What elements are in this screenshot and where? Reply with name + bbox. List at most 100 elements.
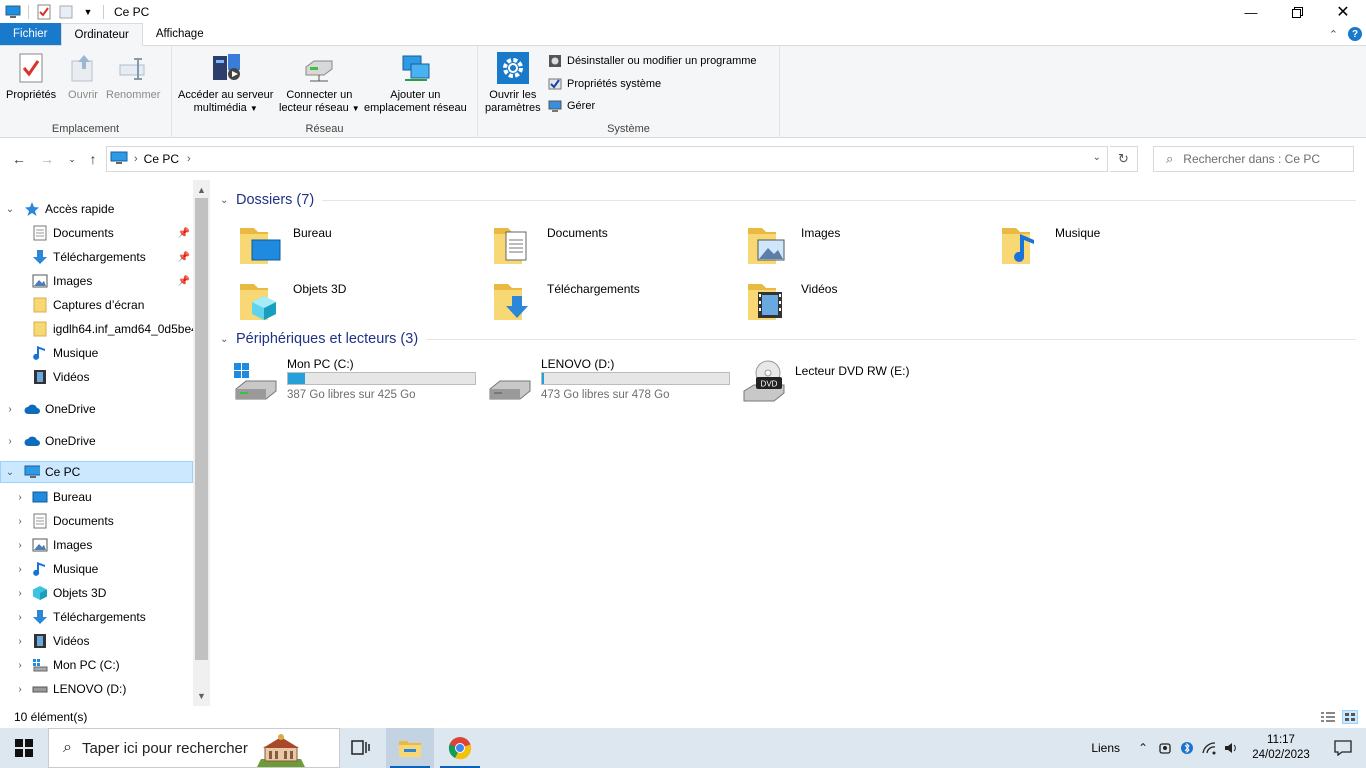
nav-quick-screenshots[interactable]: Captures d’écran [0, 294, 193, 316]
volume-icon[interactable] [1220, 741, 1242, 755]
collapse-ribbon-chevron-icon[interactable]: ⌃ [1329, 28, 1338, 41]
scroll-up-arrow-icon[interactable]: ▲ [193, 182, 210, 198]
tiles-view-icon[interactable] [1342, 710, 1358, 724]
chrome-taskbar-button[interactable] [436, 728, 484, 768]
search-box[interactable]: ⌕ Rechercher dans : Ce PC [1153, 146, 1354, 172]
nav-this-pc[interactable]: ⌄ Ce PC [0, 461, 193, 483]
up-button[interactable]: ↑ [84, 150, 102, 168]
maximize-button[interactable] [1274, 0, 1320, 24]
forward-button[interactable]: → [38, 150, 56, 168]
nav-quick-downloads[interactable]: Téléchargements 📌 [0, 246, 193, 268]
new-folder-icon[interactable] [58, 4, 74, 20]
bluetooth-icon[interactable] [1176, 741, 1198, 755]
expand-chevron-icon[interactable]: › [4, 436, 16, 447]
meet-now-icon[interactable] [1154, 741, 1176, 755]
drive-dvd-e[interactable]: DVD Lecteur DVD RW (E:) [740, 357, 990, 407]
taskbar-search[interactable]: ⌕ Taper ici pour rechercher [48, 728, 340, 768]
tab-computer[interactable]: Ordinateur [60, 23, 143, 46]
breadcrumb-separator-icon[interactable]: › [187, 153, 191, 165]
collapse-chevron-icon[interactable]: ⌄ [4, 467, 16, 478]
file-explorer-taskbar-button[interactable] [386, 728, 434, 768]
refresh-button[interactable]: ↻ [1110, 146, 1138, 172]
nav-onedrive-2[interactable]: › OneDrive [0, 430, 193, 452]
collapse-chevron-icon[interactable]: ⌄ [220, 334, 234, 345]
folder-telechargements[interactable]: Téléchargements [492, 276, 732, 326]
nav-quick-igdlh[interactable]: igdlh64.inf_amd64_0d5be4 [0, 318, 193, 340]
section-folders-header[interactable]: ⌄ Dossiers (7) [220, 190, 1356, 210]
drive-d[interactable]: LENOVO (D:) 473 Go libres sur 478 Go [486, 357, 736, 407]
scroll-thumb[interactable] [195, 198, 208, 660]
help-icon[interactable]: ? [1348, 27, 1362, 41]
manage-button[interactable]: Gérer [547, 97, 595, 115]
expand-chevron-icon[interactable]: › [14, 660, 26, 671]
expand-chevron-icon[interactable]: › [14, 612, 26, 623]
expand-chevron-icon[interactable]: › [14, 684, 26, 695]
search-input[interactable]: Rechercher dans : Ce PC [1183, 152, 1320, 166]
breadcrumb-this-pc[interactable]: Ce PC [144, 152, 179, 166]
drive-c[interactable]: Mon PC (C:) 387 Go libres sur 425 Go [232, 357, 482, 407]
open-button[interactable]: Ouvrir [66, 50, 100, 102]
clock[interactable]: 11:17 24/02/2023 [1242, 733, 1320, 763]
expand-chevron-icon[interactable]: › [14, 540, 26, 551]
pin-icon[interactable]: 📌 [178, 276, 190, 287]
nav-quick-documents[interactable]: Documents 📌 [0, 222, 193, 244]
nav-quick-videos[interactable]: Vidéos [0, 366, 193, 388]
collapse-chevron-icon[interactable]: ⌄ [220, 195, 234, 206]
details-view-icon[interactable] [1320, 710, 1336, 724]
close-button[interactable]: ✕ [1320, 0, 1366, 24]
nav-pc-videos[interactable]: › Vidéos [0, 630, 193, 652]
expand-chevron-icon[interactable]: › [14, 588, 26, 599]
scroll-down-arrow-icon[interactable]: ▼ [193, 688, 210, 704]
folder-documents[interactable]: Documents [492, 220, 732, 270]
nav-pc-drive-c[interactable]: › Mon PC (C:) [0, 654, 193, 676]
expand-chevron-icon[interactable]: › [14, 516, 26, 527]
address-history-chevron-icon[interactable]: ⌄ [1093, 152, 1101, 163]
collapse-chevron-icon[interactable]: ⌄ [4, 204, 16, 215]
properties-check-icon[interactable] [36, 4, 52, 20]
breadcrumb-separator-icon[interactable]: › [134, 153, 138, 165]
folder-bureau[interactable]: Bureau [238, 220, 478, 270]
nav-quick-music[interactable]: Musique [0, 342, 193, 364]
section-devices-header[interactable]: ⌄ Périphériques et lecteurs (3) [220, 329, 1356, 349]
open-settings-button[interactable]: Ouvrir les paramètres [485, 50, 541, 115]
expand-chevron-icon[interactable]: › [4, 404, 16, 415]
customize-toolbar-chevron-icon[interactable]: ▼ [80, 4, 96, 20]
map-network-drive-button[interactable]: Connecter un lecteur réseau ▼ [279, 50, 360, 115]
nav-onedrive-1[interactable]: › OneDrive [0, 398, 193, 420]
nav-scrollbar[interactable]: ▲ ▼ [193, 180, 210, 706]
nav-pc-drive-d[interactable]: › LENOVO (D:) [0, 678, 193, 700]
system-properties-button[interactable]: Propriétés système [547, 75, 661, 93]
nav-pc-downloads[interactable]: › Téléchargements [0, 606, 193, 628]
notification-center-button[interactable] [1320, 740, 1366, 756]
expand-chevron-icon[interactable]: › [14, 636, 26, 647]
nav-pc-documents[interactable]: › Documents [0, 510, 193, 532]
uninstall-program-button[interactable]: Désinstaller ou modifier un programme [547, 52, 757, 70]
start-button[interactable] [0, 728, 48, 768]
back-button[interactable]: ← [10, 150, 28, 168]
task-view-button[interactable] [336, 728, 384, 768]
show-hidden-icons-chevron-icon[interactable]: ⌃ [1132, 741, 1154, 755]
tab-file[interactable]: Fichier [0, 23, 61, 45]
rename-button[interactable]: Renommer [106, 50, 160, 102]
nav-pc-3d-objects[interactable]: › Objets 3D [0, 582, 193, 604]
folder-musique[interactable]: Musique [1000, 220, 1240, 270]
nav-pc-music[interactable]: › Musique [0, 558, 193, 580]
nav-pc-desktop[interactable]: › Bureau [0, 486, 193, 508]
taskbar-search-input[interactable]: Taper ici pour rechercher [82, 740, 248, 757]
expand-chevron-icon[interactable]: › [14, 492, 26, 503]
nav-quick-images[interactable]: Images 📌 [0, 270, 193, 292]
address-bar[interactable]: › Ce PC › ⌄ [106, 146, 1108, 172]
folder-images[interactable]: Images [746, 220, 986, 270]
minimize-button[interactable]: — [1228, 0, 1274, 24]
pin-icon[interactable]: 📌 [178, 252, 190, 263]
expand-chevron-icon[interactable]: › [14, 564, 26, 575]
add-network-location-button[interactable]: Ajouter un emplacement réseau [364, 50, 467, 115]
recent-locations-chevron-icon[interactable]: ⌄ [63, 150, 81, 168]
nav-quick-access[interactable]: ⌄ Accès rapide [0, 198, 193, 220]
pin-icon[interactable]: 📌 [178, 228, 190, 239]
tab-view[interactable]: Affichage [143, 23, 217, 45]
wifi-icon[interactable] [1198, 741, 1220, 755]
links-toolbar[interactable]: Liens [1091, 741, 1120, 755]
media-server-button[interactable]: Accéder au serveur multimédia ▼ [178, 50, 273, 115]
folder-videos[interactable]: Vidéos [746, 276, 986, 326]
